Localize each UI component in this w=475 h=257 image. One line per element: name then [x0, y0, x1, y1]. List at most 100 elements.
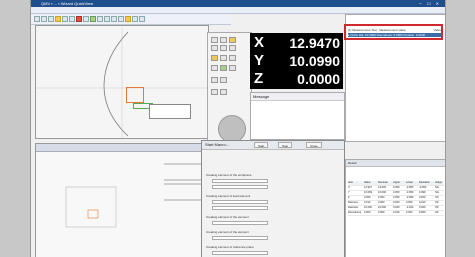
tool-icon[interactable] [211, 55, 218, 61]
tool-icon[interactable] [229, 37, 236, 43]
table-cell: 0.000 [406, 211, 413, 214]
highlighted-measurement-result: [1] Measurement Tool : Measurement value… [344, 24, 443, 40]
toolbar-button[interactable] [97, 16, 103, 22]
tool-icon[interactable] [220, 55, 227, 61]
tool-icon[interactable] [220, 45, 227, 51]
cad-view[interactable] [35, 143, 209, 257]
dialog-field[interactable] [212, 251, 268, 255]
dialog-section: Creating element of the element [206, 230, 249, 234]
table-cell: Roundness [348, 211, 362, 214]
dialog-field[interactable] [212, 221, 268, 225]
dro-axis-x: X [254, 34, 265, 51]
tool-icon[interactable] [229, 65, 236, 71]
toolbar-button[interactable] [41, 16, 47, 22]
measurement-box-orange[interactable] [126, 87, 144, 103]
dro-value-y: 10.0990 [289, 53, 340, 69]
dialog-field[interactable] [212, 206, 268, 210]
toolbar-button[interactable] [62, 16, 68, 22]
tool-icon[interactable] [211, 65, 218, 71]
table-cell: X [348, 186, 350, 189]
table-cell: 0.000 [378, 211, 385, 214]
stop-button[interactable]: Stop [278, 142, 293, 148]
table-cell: -0.050 [406, 196, 414, 199]
tool-icon[interactable] [229, 45, 236, 51]
dro-row-y: Y 10.0990 [250, 52, 343, 70]
dialog-field[interactable] [212, 200, 268, 204]
toolbar-button[interactable] [104, 16, 110, 22]
title-bar: QMV ▪ ... ▪ Wizard QuickView ─ ☐ ✕ [31, 0, 445, 7]
close-button[interactable]: Close [306, 142, 322, 148]
message-panel-title: Message [251, 93, 344, 101]
table-cell: NG [435, 186, 439, 189]
tool-icon[interactable] [220, 65, 227, 71]
table-cell: Diameter [348, 206, 359, 209]
table-cell: 0.000 [419, 206, 426, 209]
table-cell: 10.000 [364, 206, 372, 209]
toolbar-button[interactable] [125, 16, 131, 22]
dro-value-z: 0.0000 [297, 71, 340, 87]
table-cell: OK [435, 201, 439, 204]
toolbar-button[interactable] [34, 16, 40, 22]
table-cell: 0.050 [393, 186, 400, 189]
table-cell: 13.000 [378, 186, 386, 189]
camera-view[interactable] [35, 25, 209, 139]
message-panel: Message [250, 92, 345, 140]
measurement-popup [149, 104, 191, 119]
toolbar-button[interactable] [48, 16, 54, 22]
main-toolbar [31, 14, 231, 25]
table-cell: Z [348, 196, 350, 199]
toolbar-button[interactable] [90, 16, 96, 22]
table-cell: 10.000 [378, 206, 386, 209]
tool-icon[interactable] [211, 45, 218, 51]
toolbar-button[interactable] [139, 16, 145, 22]
table-cell: -0.053 [419, 186, 427, 189]
toolbar-button[interactable] [132, 16, 138, 22]
dialog-section: Creating element of the element [206, 215, 249, 219]
column-header: Value [364, 181, 371, 184]
toolbar-button[interactable] [69, 16, 75, 22]
table-cell: 10.000 [378, 191, 386, 194]
table-cell: OK [435, 211, 439, 214]
table-cell: 10.099 [364, 191, 372, 194]
table-cell: -0.050 [406, 186, 414, 189]
tool-icon[interactable] [211, 37, 218, 43]
table-cell: 0.000 [419, 211, 426, 214]
result-table-title: Result [346, 160, 445, 167]
window-controls[interactable]: ─ ☐ ✕ [419, 1, 441, 6]
column-header: Item [348, 181, 354, 184]
callout-selected-row[interactable]: ▸ Circle Dia: 10.0000 Roundness: 0.0000 … [348, 33, 441, 37]
table-cell: 0.000 [378, 201, 385, 204]
tool-icon[interactable] [220, 37, 227, 43]
tool-icon[interactable] [220, 77, 227, 83]
column-header: Deviation [419, 181, 430, 184]
tool-icon[interactable] [211, 89, 218, 95]
tool-icon[interactable] [229, 55, 236, 61]
tool-icon[interactable] [220, 89, 227, 95]
column-header: Judge [435, 181, 443, 184]
toolbar-button[interactable] [83, 16, 89, 22]
toolbar-button[interactable] [118, 16, 124, 22]
macro-dialog: Start Macro... Start Stop Close Creating… [201, 140, 345, 257]
illumination-dial[interactable] [218, 115, 246, 143]
tool-icon[interactable] [211, 77, 218, 83]
toolbar-button[interactable] [111, 16, 117, 22]
dialog-field[interactable] [212, 236, 268, 240]
cad-view-header [36, 144, 208, 152]
dialog-field[interactable] [212, 185, 268, 189]
table-cell: 0.000 [406, 201, 413, 204]
table-cell: OK [435, 206, 439, 209]
start-button[interactable]: Start [254, 142, 269, 148]
table-cell: 0.010 [419, 201, 426, 204]
digital-readout: X 12.9470 Y 10.0990 Z 0.0000 [250, 33, 343, 89]
table-cell: 0.050 [393, 191, 400, 194]
dro-row-z: Z 0.0000 [250, 70, 343, 88]
toolbar-button[interactable] [55, 16, 61, 22]
dialog-field[interactable] [212, 179, 268, 183]
table-row[interactable]: Roundness 0.000 0.000 0.010 0.000 0.000 … [348, 211, 444, 216]
toolbar-button[interactable] [76, 16, 82, 22]
table-cell: NG [435, 191, 439, 194]
column-header: Upper [393, 181, 401, 184]
dialog-section: Creating element of the workpiece [206, 173, 252, 177]
table-cell: 0.000 [364, 211, 371, 214]
dro-axis-z: Z [254, 70, 264, 87]
